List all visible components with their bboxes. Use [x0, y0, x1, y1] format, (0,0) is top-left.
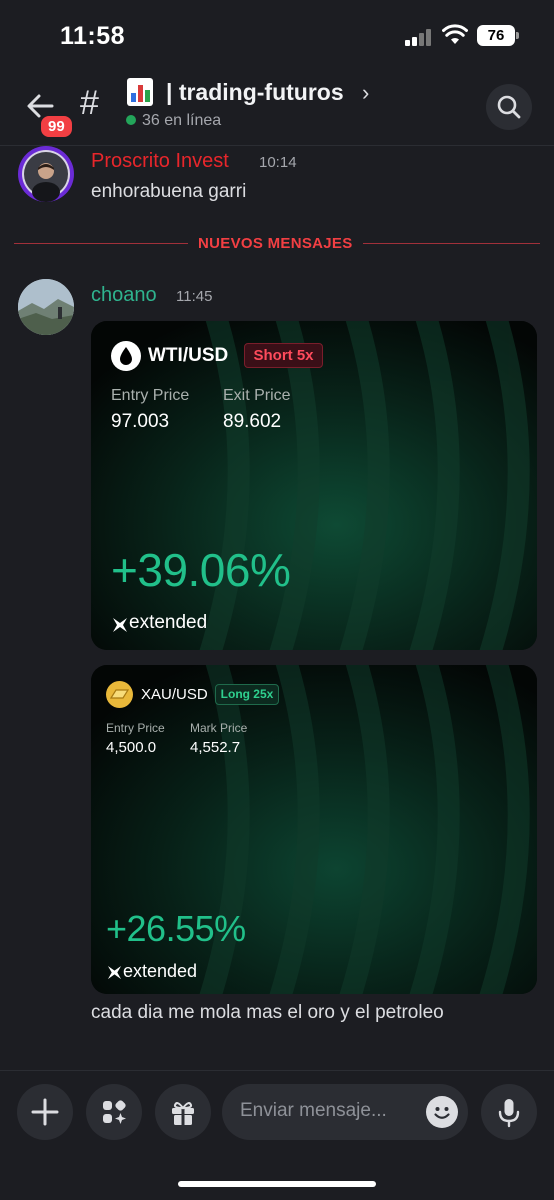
message-input[interactable]: Enviar mensaje...: [222, 1084, 468, 1140]
gift-button[interactable]: [155, 1084, 211, 1140]
text-channel-icon: #: [80, 84, 99, 122]
oil-drop-icon: [111, 341, 141, 371]
trade-card-image[interactable]: WTI/USD Short 5x Entry Price Exit Price …: [91, 321, 537, 650]
pair-name: WTI/USD: [148, 345, 229, 366]
battery-indicator: 76: [477, 25, 519, 46]
mark-price-value: 4,552.7: [190, 739, 241, 756]
brand-name: extended: [123, 961, 198, 981]
search-button[interactable]: [486, 84, 532, 130]
message-text: cada dia me mola mas el oro y el petrole…: [91, 1002, 444, 1023]
online-count-text: 36 en línea: [142, 112, 222, 129]
user-photo-icon: [18, 279, 74, 335]
message-input-placeholder: Enviar mensaje...: [240, 1100, 387, 1121]
status-bar: 11:58 76: [0, 0, 554, 70]
pair-name: XAU/USD: [141, 686, 208, 703]
entry-price-label: Entry Price: [106, 721, 165, 735]
cellular-signal-icon: [405, 28, 433, 46]
pnl-percentage: +26.55%: [106, 908, 246, 949]
new-messages-label: NUEVOS MENSAJES: [188, 235, 363, 252]
avatar[interactable]: [18, 146, 74, 202]
entry-price-label: Entry Price: [111, 387, 190, 404]
avatar[interactable]: [18, 279, 74, 335]
plus-icon: [31, 1098, 59, 1126]
apps-button[interactable]: [86, 1084, 142, 1140]
status-time: 11:58: [60, 22, 126, 50]
smiley-icon: [434, 1107, 450, 1119]
exit-price-label: Exit Price: [223, 387, 291, 404]
bar-chart-emoji-icon: [127, 78, 153, 106]
gold-bar-icon: [106, 681, 133, 708]
position-badge: Short 5x: [244, 343, 323, 368]
card-background: [91, 321, 537, 650]
position-badge: Long 25x: [215, 684, 279, 705]
user-photo-icon: [22, 150, 70, 202]
entry-price-value: 97.003: [111, 411, 170, 432]
emoji-button[interactable]: [426, 1096, 458, 1128]
message-timestamp: 11:45: [176, 288, 213, 305]
add-attachment-button[interactable]: [17, 1084, 73, 1140]
chevron-right-icon[interactable]: ›: [362, 80, 369, 106]
gift-icon: [172, 1102, 194, 1125]
extended-logo-icon: [113, 618, 127, 632]
channel-name[interactable]: | trading-futuros: [166, 79, 344, 106]
extended-logo-icon: [107, 965, 122, 980]
home-indicator[interactable]: [178, 1181, 376, 1187]
message-timestamp: 10:14: [259, 154, 297, 171]
message-author[interactable]: choano: [91, 284, 157, 307]
channel-header: 99 # | trading-futuros › 36 en línea: [0, 70, 554, 146]
entry-price-value: 4,500.0: [106, 739, 157, 756]
wifi-icon: [442, 24, 468, 44]
message-text: enhorabuena garri: [91, 181, 247, 202]
exit-price-value: 89.602: [223, 411, 282, 432]
mark-price-label: Mark Price: [190, 721, 248, 735]
online-count: 36 en línea: [126, 112, 221, 130]
pnl-percentage: +39.06%: [111, 544, 291, 596]
message-author[interactable]: Proscrito Invest: [91, 150, 229, 173]
apps-icon: [103, 1100, 126, 1124]
microphone-icon: [498, 1099, 520, 1128]
unread-badge: 99: [38, 113, 75, 140]
search-icon: [497, 95, 521, 119]
brand-name: extended: [129, 612, 208, 633]
trade-card-image[interactable]: XAU/USD Long 25x Entry Price Mark Price …: [91, 665, 537, 994]
voice-message-button[interactable]: [481, 1084, 537, 1140]
online-dot-icon: [126, 115, 136, 125]
